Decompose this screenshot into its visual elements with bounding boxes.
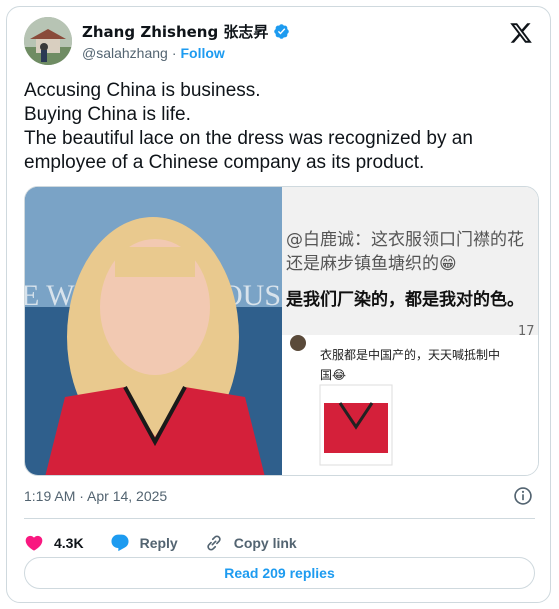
media-chat-screenshot[interactable]: @白鹿诚：这衣服领口门襟的花 还是麻步镇鱼塘织的😁 是我们厂染的，都是我对的色。… <box>282 187 538 475</box>
heart-icon <box>25 535 43 551</box>
media-video-frame[interactable]: E W OUS <box>25 187 282 475</box>
divider <box>24 518 535 519</box>
copy-link-button[interactable]: Copy link <box>204 533 297 553</box>
chat-line-3: 是我们厂染的，都是我对的色。 <box>286 289 524 310</box>
author-handle[interactable]: @salahzhang <box>82 45 168 61</box>
author-handle-row: @salahzhang · Follow <box>82 45 225 61</box>
read-replies-button[interactable]: Read 209 replies <box>24 557 535 589</box>
tweet-line: employee of a Chinese company as its pro… <box>24 152 425 173</box>
tweet-line: Buying China is life. <box>24 104 191 125</box>
action-bar: 4.3K Reply Copy link <box>24 526 323 560</box>
reply-label: Reply <box>139 535 178 551</box>
author-name-row[interactable]: Zhang Zhisheng 张志昇 <box>82 21 290 42</box>
author-name[interactable]: Zhang Zhisheng 张志昇 <box>82 21 268 42</box>
tweet-line: Accusing China is business. <box>24 80 261 101</box>
commenter-avatar <box>290 335 306 351</box>
chat-line-1: @白鹿诚：这衣服领口门襟的花 <box>286 230 524 250</box>
info-icon[interactable] <box>513 486 533 506</box>
link-icon <box>207 535 221 551</box>
tweet-timestamp[interactable]: 1:19 AM · Apr 14, 2025 <box>24 488 167 504</box>
avatar[interactable] <box>24 17 72 65</box>
comment-line-2: 国😂 <box>320 368 346 382</box>
like-button[interactable]: 4.3K <box>24 533 84 553</box>
like-count: 4.3K <box>54 535 84 551</box>
chat-like-count: 17 <box>518 324 535 339</box>
separator-dot: · <box>171 45 177 61</box>
reply-button[interactable]: Reply <box>110 533 178 553</box>
tweet-text: Accusing China is business. Buying China… <box>24 79 534 175</box>
reply-bubble-icon <box>111 534 129 552</box>
verified-badge-icon <box>274 24 290 39</box>
chat-line-2: 还是麻步镇鱼塘织的😁 <box>286 254 457 274</box>
comment-line-1: 衣服都是中国产的，天天喊抵制中 <box>320 347 500 362</box>
tweet-card: Zhang Zhisheng 张志昇 @salahzhang · Follow … <box>6 6 551 603</box>
tweet-line: The beautiful lace on the dress was reco… <box>24 128 473 149</box>
copy-link-label: Copy link <box>233 535 297 551</box>
tweet-media[interactable]: E W OUS @白鹿诚：这衣服领口门襟的花 还是麻步镇鱼塘织的😁 是我们厂染的… <box>24 186 539 476</box>
follow-button[interactable]: Follow <box>181 45 225 61</box>
x-logo-icon[interactable] <box>509 21 533 45</box>
background-lettering-left: E W <box>25 279 75 312</box>
